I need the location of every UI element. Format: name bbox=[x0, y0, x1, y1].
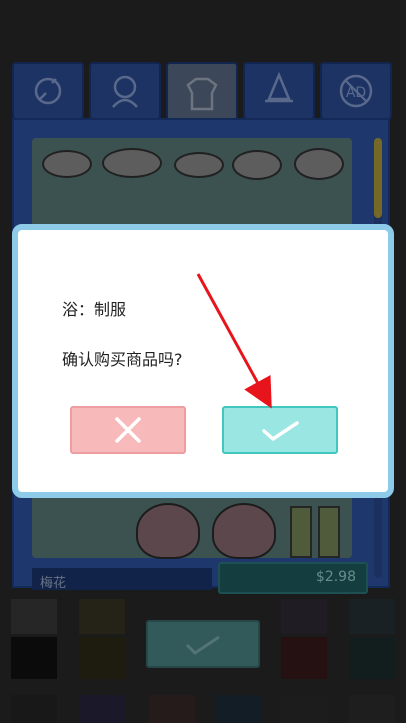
purchase-dialog: 浴：制服 确认购买商品吗? bbox=[12, 224, 394, 498]
confirm-button[interactable] bbox=[222, 406, 338, 454]
checkmark-icon bbox=[262, 421, 299, 441]
cancel-button[interactable] bbox=[70, 406, 186, 454]
confirm-question: 确认购买商品吗? bbox=[62, 350, 183, 369]
close-icon bbox=[115, 417, 141, 443]
item-line: 浴：制服 bbox=[62, 300, 127, 319]
